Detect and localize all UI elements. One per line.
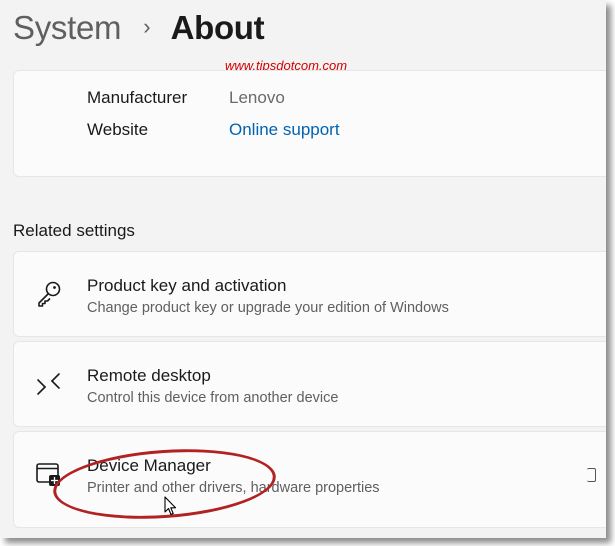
setting-description: Printer and other drivers, hardware prop… (87, 480, 380, 496)
page-title: About (170, 9, 265, 46)
mouse-cursor-icon (164, 496, 178, 516)
breadcrumb-system[interactable]: System (13, 9, 122, 47)
setting-remote-desktop[interactable]: Remote desktop Control this device from … (13, 341, 606, 427)
setting-product-key[interactable]: Product key and activation Change produc… (13, 251, 606, 337)
device-info-card: Manufacturer Lenovo Website Online suppo… (13, 70, 606, 177)
setting-description: Change product key or upgrade your editi… (87, 300, 449, 316)
info-row-website: Website Online support (87, 120, 340, 140)
setting-title: Product key and activation (87, 276, 287, 295)
related-settings-heading: Related settings (13, 221, 135, 240)
setting-description: Control this device from another device (87, 390, 339, 406)
online-support-link[interactable]: Online support (229, 120, 340, 140)
open-external-icon (587, 468, 596, 482)
device-manager-icon (34, 459, 64, 489)
key-icon (34, 279, 64, 309)
website-label: Website (87, 120, 149, 139)
remote-desktop-icon (34, 369, 64, 399)
setting-device-manager[interactable]: Device Manager Printer and other drivers… (13, 431, 606, 528)
setting-title: Remote desktop (87, 366, 211, 385)
setting-title: Device Manager (87, 456, 211, 475)
manufacturer-value: Lenovo (229, 88, 285, 107)
manufacturer-label: Manufacturer (87, 88, 188, 107)
breadcrumb-chevron-icon: › (143, 14, 151, 39)
breadcrumb: System › About (13, 6, 265, 50)
settings-window: System › About www.tipsdotcom.com Manufa… (0, 0, 606, 538)
info-row-manufacturer: Manufacturer Lenovo (87, 88, 285, 108)
